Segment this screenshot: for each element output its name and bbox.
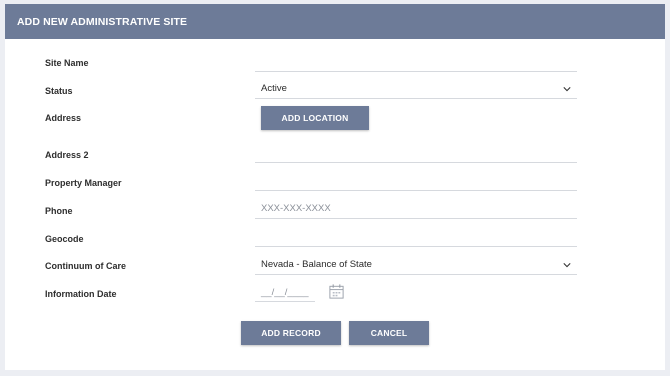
status-select[interactable]: Active bbox=[255, 79, 577, 99]
panel-header: ADD NEW ADMINISTRATIVE SITE bbox=[5, 4, 665, 39]
property-manager-input[interactable] bbox=[255, 171, 577, 191]
form-panel: ADD NEW ADMINISTRATIVE SITE Site Name St… bbox=[5, 4, 665, 370]
coc-label: Continuum of Care bbox=[45, 261, 126, 271]
chevron-down-icon bbox=[563, 87, 571, 92]
info-date-placeholder: __/__/____ bbox=[261, 287, 309, 298]
site-name-label: Site Name bbox=[45, 58, 89, 68]
add-record-button[interactable]: ADD RECORD bbox=[241, 321, 341, 345]
phone-input[interactable]: XXX-XXX-XXXX bbox=[255, 199, 577, 219]
address-label: Address bbox=[45, 113, 82, 123]
coc-select[interactable]: Nevada - Balance of State bbox=[255, 255, 577, 275]
info-date-input[interactable]: __/__/____ bbox=[255, 284, 315, 302]
property-manager-label: Property Manager bbox=[45, 178, 122, 188]
address2-input[interactable] bbox=[255, 143, 577, 163]
status-label: Status bbox=[45, 86, 73, 96]
geocode-label: Geocode bbox=[45, 234, 84, 244]
coc-value: Nevada - Balance of State bbox=[261, 259, 372, 270]
info-date-label: Information Date bbox=[45, 289, 117, 299]
phone-label: Phone bbox=[45, 206, 73, 216]
chevron-down-icon bbox=[563, 263, 571, 268]
phone-placeholder: XXX-XXX-XXXX bbox=[261, 203, 331, 214]
cancel-button[interactable]: CANCEL bbox=[349, 321, 429, 345]
address2-label: Address 2 bbox=[45, 150, 89, 160]
calendar-icon[interactable] bbox=[328, 283, 345, 300]
geocode-input[interactable] bbox=[255, 227, 577, 247]
add-location-button[interactable]: ADD LOCATION bbox=[261, 106, 369, 130]
site-name-input[interactable] bbox=[255, 52, 577, 72]
status-value: Active bbox=[261, 83, 287, 94]
page-title: ADD NEW ADMINISTRATIVE SITE bbox=[17, 15, 188, 28]
